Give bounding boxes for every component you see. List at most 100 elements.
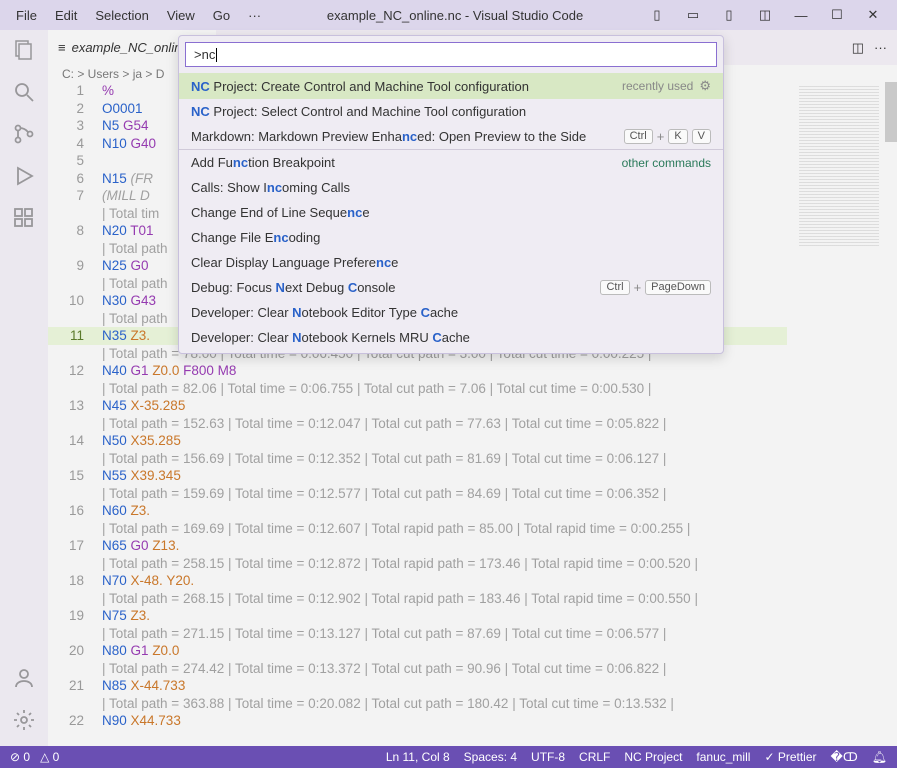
code-line[interactable]: 12N40 G1 Z0.0 F800 M8 [48, 362, 787, 380]
line-number [48, 240, 102, 258]
extensions-icon[interactable] [12, 206, 36, 230]
code-line[interactable]: 13N45 X-35.285 [48, 397, 787, 415]
search-icon[interactable] [12, 80, 36, 104]
palette-item[interactable]: NC Project: Create Control and Machine T… [179, 73, 723, 99]
bell-icon[interactable]: 🔔︎ [872, 750, 887, 764]
menu-file[interactable]: File [8, 4, 45, 27]
code-line[interactable]: | Total path = 169.69 | Total time = 0:1… [48, 520, 787, 538]
code-line[interactable]: | Total path = 159.69 | Total time = 0:1… [48, 485, 787, 503]
palette-item[interactable]: Developer: Measure Extension Host Latenc… [179, 350, 723, 353]
account-icon[interactable] [12, 666, 36, 690]
code-line[interactable]: | Total path = 268.15 | Total time = 0:1… [48, 590, 787, 608]
line-number: 3 [48, 117, 102, 135]
palette-item[interactable]: Change File Encoding [179, 225, 723, 250]
line-number [48, 310, 102, 328]
explorer-icon[interactable] [12, 38, 36, 62]
feedback-icon[interactable]: �ↀ [831, 750, 858, 764]
palette-item[interactable]: Change End of Line Sequence [179, 200, 723, 225]
code-line[interactable]: | Total path = 82.06 | Total time = 0:06… [48, 380, 787, 398]
status-item[interactable]: Ln 11, Col 8 [386, 750, 450, 764]
status-item[interactable]: ⊘ 0 [10, 750, 30, 764]
minimize-button[interactable]: — [785, 4, 817, 27]
code-line[interactable]: 14N50 X35.285 [48, 432, 787, 450]
line-number: 17 [48, 537, 102, 555]
debug-icon[interactable] [12, 164, 36, 188]
status-item[interactable]: NC Project [624, 750, 682, 764]
line-number: 19 [48, 607, 102, 625]
code-line[interactable]: 21N85 X-44.733 [48, 677, 787, 695]
code-line[interactable]: 20N80 G1 Z0.0 [48, 642, 787, 660]
line-number [48, 275, 102, 293]
palette-item-label: Developer: Clear Notebook Kernels MRU Ca… [191, 330, 470, 345]
line-number: 5 [48, 152, 102, 170]
breadcrumb[interactable]: C: > Users > ja > D [62, 67, 164, 81]
status-item[interactable]: △ 0 [40, 750, 59, 764]
palette-item[interactable]: NC Project: Select Control and Machine T… [179, 99, 723, 124]
code-line[interactable]: | Total path = 363.88 | Total time = 0:2… [48, 695, 787, 713]
palette-item[interactable]: Developer: Clear Notebook Editor Type Ca… [179, 300, 723, 325]
palette-item[interactable]: Developer: Clear Notebook Kernels MRU Ca… [179, 325, 723, 350]
split-editor-icon[interactable]: ◫ [852, 40, 864, 56]
palette-item[interactable]: Markdown: Markdown Preview Enhanced: Ope… [179, 124, 723, 149]
line-number: 12 [48, 362, 102, 380]
code-line[interactable]: 19N75 Z3. [48, 607, 787, 625]
code-line[interactable]: 18N70 X-48. Y20. [48, 572, 787, 590]
scrollbar[interactable] [885, 82, 897, 142]
code-line[interactable]: | Total path = 156.69 | Total time = 0:1… [48, 450, 787, 468]
layout-panel-left-icon[interactable]: ▯ [641, 3, 673, 27]
code-content: N5 G54 [102, 117, 149, 135]
code-content: N30 G43 [102, 292, 156, 310]
layout-grid-icon[interactable]: ◫ [749, 3, 781, 27]
palette-item[interactable]: Calls: Show Incoming Calls [179, 175, 723, 200]
palette-item[interactable]: Debug: Focus Next Debug ConsoleCtrl+Page… [179, 275, 723, 300]
line-number: 21 [48, 677, 102, 695]
code-line[interactable]: 16N60 Z3. [48, 502, 787, 520]
code-content: | Total path = 268.15 | Total time = 0:1… [102, 590, 698, 608]
line-number: 14 [48, 432, 102, 450]
status-item[interactable]: ✓ Prettier [764, 750, 816, 764]
status-item[interactable]: fanuc_mill [696, 750, 750, 764]
palette-item[interactable]: Add Function Breakpointother commands [179, 150, 723, 175]
code-content: N55 X39.345 [102, 467, 181, 485]
code-line[interactable]: | Total path = 274.42 | Total time = 0:1… [48, 660, 787, 678]
palette-item-label: NC Project: Create Control and Machine T… [191, 79, 529, 94]
code-line[interactable]: | Total path = 271.15 | Total time = 0:1… [48, 625, 787, 643]
palette-item[interactable]: Clear Display Language Preference [179, 250, 723, 275]
code-line[interactable]: 22N90 X44.733 [48, 712, 787, 730]
status-item[interactable]: UTF-8 [531, 750, 565, 764]
palette-item-label: Markdown: Markdown Preview Enhanced: Ope… [191, 129, 586, 144]
status-item[interactable]: CRLF [579, 750, 610, 764]
status-item[interactable]: Spaces: 4 [464, 750, 517, 764]
menu-view[interactable]: View [159, 4, 203, 27]
line-number: 7 [48, 187, 102, 205]
code-line[interactable]: 17N65 G0 Z13. [48, 537, 787, 555]
line-number: 9 [48, 257, 102, 275]
settings-gear-icon[interactable] [12, 708, 36, 732]
menu-bar: FileEditSelectionViewGo··· [8, 4, 269, 27]
command-palette-input[interactable]: >nc [185, 42, 717, 67]
gear-icon[interactable]: ⚙ [699, 78, 711, 94]
line-number: 10 [48, 292, 102, 310]
code-line[interactable]: 15N55 X39.345 [48, 467, 787, 485]
menu-go[interactable]: Go [205, 4, 238, 27]
palette-item-label: Debug: Focus Next Debug Console [191, 280, 396, 295]
code-content: O0001 [102, 100, 143, 118]
close-button[interactable]: ✕ [857, 3, 889, 27]
layout-panel-bottom-icon[interactable]: ▭ [677, 3, 709, 27]
code-line[interactable]: | Total path = 258.15 | Total time = 0:1… [48, 555, 787, 573]
line-number [48, 695, 102, 713]
line-number: 11 [48, 327, 102, 345]
line-number: 6 [48, 170, 102, 188]
maximize-button[interactable]: ☐ [821, 3, 853, 27]
source-control-icon[interactable] [12, 122, 36, 146]
line-number [48, 345, 102, 363]
menu-edit[interactable]: Edit [47, 4, 85, 27]
line-number: 15 [48, 467, 102, 485]
layout-panel-right-icon[interactable]: ▯ [713, 3, 745, 27]
code-line[interactable]: | Total path = 152.63 | Total time = 0:1… [48, 415, 787, 433]
menu-selection[interactable]: Selection [87, 4, 156, 27]
more-actions-icon[interactable]: ··· [874, 40, 887, 56]
palette-item-label: Calls: Show Incoming Calls [191, 180, 350, 195]
minimap[interactable] [793, 82, 885, 746]
menu-···[interactable]: ··· [240, 4, 269, 27]
